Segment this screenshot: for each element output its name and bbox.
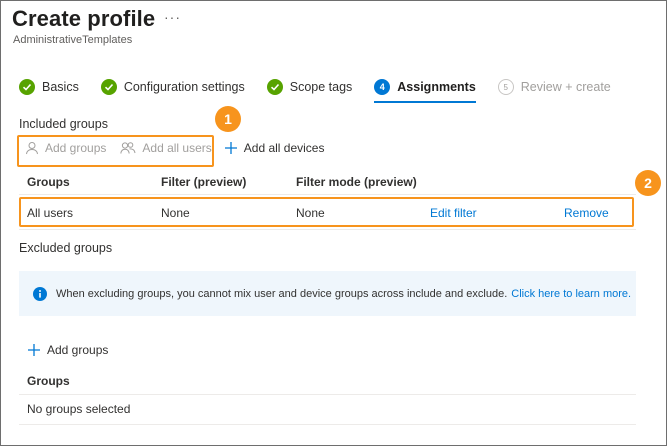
callout-badge-2: 2 (635, 170, 661, 196)
included-groups-heading: Included groups (19, 117, 108, 131)
add-all-devices-button[interactable]: Add all devices (224, 141, 325, 155)
check-icon (266, 79, 283, 95)
plus-icon (224, 141, 238, 155)
info-message-bar: When excluding groups, you cannot mix us… (19, 271, 636, 316)
check-icon (100, 79, 117, 95)
step-label: Review + create (520, 80, 611, 94)
column-header-filter-mode: Filter mode (preview) (296, 175, 417, 189)
highlight-add-buttons (17, 135, 214, 167)
add-all-devices-label: Add all devices (243, 141, 325, 155)
callout-badge-1: 1 (215, 106, 241, 132)
page-subtitle: AdministrativeTemplates (13, 34, 133, 46)
more-options-icon[interactable]: ··· (164, 9, 181, 25)
column-header-groups: Groups (27, 175, 70, 189)
step-review-create[interactable]: 5 Review + create (497, 77, 611, 97)
info-message-text: When excluding groups, you cannot mix us… (56, 287, 508, 300)
highlight-all-users-row (19, 197, 634, 227)
excluded-column-header-groups: Groups (27, 374, 70, 388)
step-label: Configuration settings (123, 80, 245, 94)
learn-more-link[interactable]: Click here to learn more. (511, 288, 631, 300)
step-configuration-settings[interactable]: Configuration settings (100, 77, 245, 97)
step-assignments[interactable]: 4 Assignments (374, 77, 476, 103)
step-label: Basics (42, 80, 79, 94)
step-label: Scope tags (289, 80, 353, 94)
excluded-toolbar: Add groups (27, 343, 122, 357)
plus-icon (27, 343, 41, 357)
excluded-add-groups-label: Add groups (47, 343, 109, 357)
step-basics[interactable]: Basics (19, 77, 79, 97)
step-label: Assignments (397, 80, 476, 94)
excluded-empty-message: No groups selected (27, 402, 131, 416)
page-title: Create profile (12, 6, 156, 31)
excluded-header-divider (19, 394, 636, 395)
header-divider (19, 194, 636, 195)
excluded-groups-heading: Excluded groups (19, 241, 113, 255)
step-scope-tags[interactable]: Scope tags (266, 77, 353, 97)
excluded-add-groups-button[interactable]: Add groups (27, 343, 108, 357)
wizard-steps: Basics Configuration settings Scope tags… (19, 77, 633, 103)
column-header-filter: Filter (preview) (161, 175, 247, 189)
excluded-row-divider (19, 424, 636, 425)
info-icon (33, 286, 47, 301)
row-divider (19, 229, 636, 230)
check-icon (19, 79, 35, 95)
step-number-badge: 5 (497, 79, 514, 95)
step-number-badge: 4 (374, 79, 391, 95)
